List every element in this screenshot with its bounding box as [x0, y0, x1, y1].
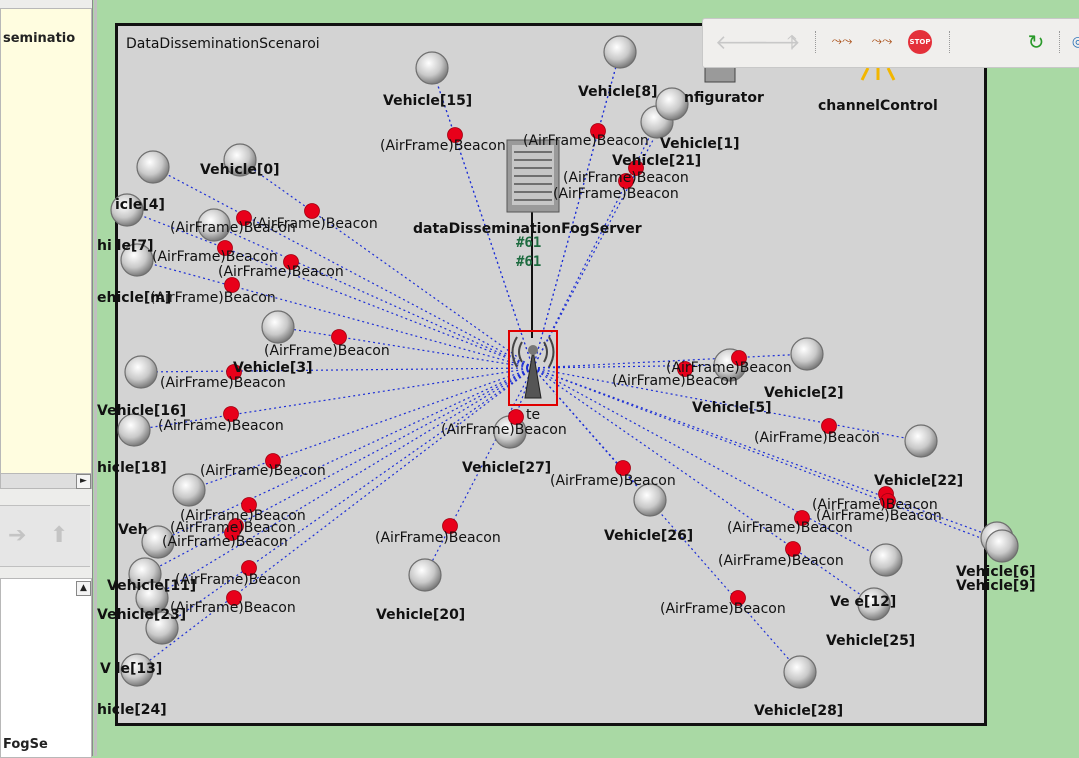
beacon-label: (AirFrame)Beacon	[666, 360, 792, 376]
vehicle-label: Veh	[118, 522, 148, 538]
zoom-icon[interactable]: ◎	[1065, 29, 1079, 55]
beacon-label: (AirFrame)Beacon	[441, 422, 567, 438]
refresh-icon[interactable]: ↻	[1023, 29, 1049, 55]
vehicle-node[interactable]	[783, 655, 817, 689]
channel-control-label: channelControl	[818, 98, 938, 114]
beacon-label: (AirFrame)Beacon	[754, 430, 880, 446]
beacon-label: (AirFrame)Beacon	[375, 530, 501, 546]
back-icon[interactable]: 🡐	[715, 29, 769, 55]
run-icon[interactable]: ⤳⤳	[829, 29, 855, 55]
up-icon[interactable]: 🡑	[779, 29, 805, 55]
vehicle-label: Vehicle[26]	[604, 528, 694, 544]
vehicle-label: Vehicle[3]	[233, 360, 313, 376]
vehicle-label: Vehicle[1]	[660, 136, 740, 152]
beacon-label: (AirFrame)Beacon	[170, 600, 296, 616]
vehicle-label: Vehicle[28]	[754, 703, 844, 719]
link-rate-label: #61	[516, 235, 542, 251]
vehicle-node[interactable]	[415, 51, 449, 85]
beacon-label: (AirFrame)Beacon	[158, 418, 284, 434]
vehicle-node[interactable]	[869, 543, 903, 577]
configurator-label: nfigurator	[684, 90, 764, 106]
vehicle-label: Ve e[12]	[830, 594, 897, 610]
beacon-label: (AirFrame)Beacon	[175, 572, 301, 588]
vehicle-label: Vehicle[27]	[462, 460, 552, 476]
beacon-label: (AirFrame)Beacon	[160, 375, 286, 391]
vehicle-label: Vehicle[5]	[692, 400, 772, 416]
vehicle-node[interactable]	[790, 337, 824, 371]
beacon-label: (AirFrame)Beacon	[170, 220, 296, 236]
vehicle-label: icle[4]	[115, 197, 165, 213]
beacon-label: (AirFrame)Beacon	[550, 473, 676, 489]
vehicle-node[interactable]	[408, 558, 442, 592]
beacon-label: (AirFrame)Beacon	[727, 520, 853, 536]
vehicle-node[interactable]	[985, 529, 1019, 563]
vehicle-label: Vehicle[22]	[874, 473, 964, 489]
beacon-label: (AirFrame)Beacon	[718, 553, 844, 569]
vehicle-node[interactable]	[136, 150, 170, 184]
toolbar-separator	[1059, 31, 1062, 53]
beacon-label: (AirFrame)Beacon	[152, 249, 278, 265]
vehicle-label: Vehicle[2]	[764, 385, 844, 401]
beacon-label: (AirFrame)Beacon	[162, 534, 288, 550]
vehicle-label: Vehicle[0]	[200, 162, 280, 178]
radio-link	[140, 367, 534, 373]
vehicle-node[interactable]	[124, 355, 158, 389]
vehicle-label: hicle[24]	[97, 702, 167, 718]
vehicle-node[interactable]	[261, 310, 295, 344]
beacon-label: (AirFrame)Beacon	[150, 290, 276, 306]
vehicle-label: hi le[7]	[97, 238, 154, 254]
toolbar-separator	[815, 31, 818, 53]
radio-link	[151, 367, 534, 599]
beacon-label: (AirFrame)Beacon	[380, 138, 506, 154]
beacon-label: (AirFrame)Beacon	[660, 601, 786, 617]
beacon-label: (AirFrame)Beacon	[264, 343, 390, 359]
forward-icon[interactable]: 🡒	[747, 29, 801, 55]
vehicle-label: Vehicle[20]	[376, 607, 466, 623]
beacon-label: (AirFrame)Beacon	[218, 264, 344, 280]
vehicle-label: Vehicle[8]	[578, 84, 658, 100]
simulation-toolbar: 🡐 🡒 🡑 ⤳⤳ ⤳⤳ STOP ↻ ◎	[702, 18, 1079, 68]
link-rate-label: #61	[516, 254, 542, 270]
toolbar-separator	[949, 31, 952, 53]
vehicle-label: Vehicle[21]	[612, 153, 702, 169]
channel-control-icon[interactable]	[860, 66, 896, 81]
fast-run-icon[interactable]: ⤳⤳	[869, 29, 895, 55]
vehicle-label: Vehicle[15]	[383, 93, 473, 109]
vehicle-label: Vehicle[25]	[826, 633, 916, 649]
rsu-label: te	[526, 407, 541, 423]
radio-link	[161, 367, 534, 629]
beacon-label: (AirFrame)Beacon	[200, 463, 326, 479]
vehicle-label: Vehicle[9]	[956, 578, 1036, 594]
stop-icon[interactable]: STOP	[908, 30, 932, 54]
beacon-label: (AirFrame)Beacon	[523, 133, 649, 149]
vehicle-node[interactable]	[904, 424, 938, 458]
vehicle-label: V le[13]	[100, 661, 163, 677]
fog-server-icon[interactable]	[506, 139, 560, 213]
vehicle-node[interactable]	[603, 35, 637, 69]
vehicle-label: Vehicle[16]	[97, 403, 187, 419]
vehicle-label: hicle[18]	[97, 460, 167, 476]
beacon-label: (AirFrame)Beacon	[553, 186, 679, 202]
beacon-label: (AirFrame)Beacon	[563, 170, 689, 186]
